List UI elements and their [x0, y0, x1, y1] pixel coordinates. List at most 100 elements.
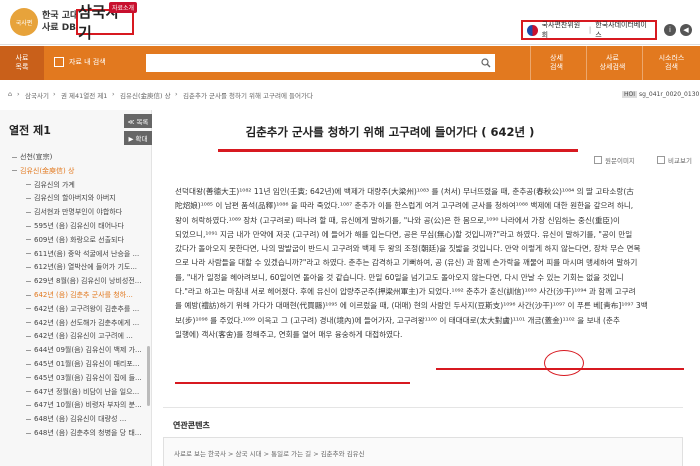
highlight-underline [175, 382, 410, 384]
bullet-icon [26, 197, 31, 199]
title-underline [218, 149, 578, 152]
compare-view-button[interactable]: 비교보기 [657, 155, 692, 165]
sidebar-item[interactable]: 629년 8월(음) 김유신이 낭비성전... [26, 276, 146, 286]
bullet-icon [26, 308, 31, 310]
article-line: 왕이 허락하였다.¹⁰⁸⁹ 장차 (고구려로) 떠나려 할 때, 유신에게 말하… [175, 215, 621, 225]
source-list-menu-button[interactable]: 사료 목록 [0, 46, 44, 80]
sidebar-item[interactable]: 648년 (음) 김춘추의 청병을 당 태... [26, 428, 146, 438]
sidebar-item[interactable]: 김유신(金庾信) 상 [12, 166, 146, 176]
breadcrumb-sep: › [53, 90, 56, 98]
sidebar-item-label: 648년 (음) 김춘추의 청병을 당 태... [34, 429, 142, 437]
info-icon[interactable]: i [664, 24, 676, 36]
sidebar-item[interactable]: 612년(음) 열박산에 들어가 기도... [26, 262, 146, 272]
tool-label: 비교보기 [668, 157, 692, 165]
hoi-code-value: sg_041r_0020_0130 [638, 91, 700, 98]
article-line: 를 예방(禮訪)하기 위해 가다가 대매현(代買縣)¹⁰⁹⁵ 에 이르렀을 때,… [175, 301, 648, 311]
top-header: 국사편 한국 고대 사료 DB 삼국사기 자료소개 국사편찬위원회 | 한국사데… [0, 0, 700, 45]
sidebar-item-label: 선천(宣宗) [20, 153, 53, 161]
sidebar-item-label: 595년 (음) 김유신이 태어나다 [34, 222, 124, 230]
article-body: 선덕대왕(善德大王)¹⁰⁸² 11년 임인(壬寅; 642년)에 백제가 대량주… [175, 185, 683, 342]
sidebar: 열전 제1 ≪ 목록 ▶ 확대 선천(宣宗) 김유신(金庾信) 상 김유신의 가계 김… [0, 110, 152, 466]
breadcrumb-item[interactable]: 김춘추가 군사를 청하기 위해 고구려에 들어가다 [183, 90, 313, 100]
sidebar-item[interactable]: 642년 (음) 김춘추 군사를 청하... [26, 290, 146, 300]
sidebar-item[interactable]: 642년 (음) 고구려왕이 김춘추를 ... [26, 304, 146, 314]
sidebar-item[interactable]: 595년 (음) 김유신이 태어나다 [26, 221, 146, 231]
article-line: 陀炤娘)¹⁰⁸⁵ 이 남편 품석(品釋)¹⁰⁸⁶ 을 따라 죽었다.¹⁰⁸⁷ 춘… [175, 201, 634, 211]
sidebar-item[interactable]: 648년 (음) 김유신이 대량성 ... [26, 414, 146, 424]
sidebar-item[interactable]: 609년 (음) 화랑으로 선출되다 [26, 235, 146, 245]
sidebar-item-label: 645년 03월(음) 김유신이 집에 들... [34, 373, 142, 382]
sidebar-item[interactable]: 선천(宣宗) [12, 152, 146, 162]
sidebar-item[interactable]: 644년 09월(음) 김유신이 백제 가... [26, 345, 146, 355]
search-icon [481, 58, 491, 68]
article-line: 를, "내가 일정을 헤아려보니, 60일이면 돌아올 것 같습니다. 만일 6… [175, 272, 624, 282]
sidebar-item-label: 648년 (음) 김유신이 대량성 ... [34, 415, 127, 424]
article-line: 되었으니,¹⁰⁹¹ 지금 내가 만약에 저곳 (고구려) 에 들어가 해를 입는… [175, 229, 633, 239]
sidebar-item[interactable]: 611년(음) 중악 석굴에서 난승을 ... [26, 249, 146, 259]
sidebar-item-label: 642년 (음) 고구려왕이 김춘추를 ... [34, 304, 140, 313]
sidebar-item[interactable]: 642년 (음) 선도해가 김춘추에게 ... [26, 318, 146, 328]
original-image-button[interactable]: 원문이미지 [594, 155, 635, 165]
sidebar-item-label: 김서현과 만명부인이 야합하다 [34, 208, 123, 217]
highlight-circle [544, 350, 584, 376]
sidebar-item-label: 647년 10월(음) 비령자 부자의 분... [34, 401, 142, 410]
thesaurus-search-button[interactable]: 시소러스 검색 [642, 46, 700, 80]
sidebar-item-label: 612년(음) 열박산에 들어가 기도... [34, 263, 138, 272]
bullet-icon [26, 294, 31, 296]
sidebar-item-label: 김유신(金庾信) 상 [20, 166, 75, 175]
sidebar-list-button[interactable]: ≪ 목록 [124, 114, 152, 128]
breadcrumb: ⌂ › 삼국사기 › 권 제41열전 제1 › 김유신(金庾信) 상 › 김춘추… [0, 90, 700, 102]
sidebar-item-label: 642년 (음) 김춘추 군사를 청하... [34, 291, 133, 299]
bullet-icon [26, 225, 31, 227]
agency-divider: | [588, 26, 592, 34]
sidebar-item[interactable]: 647년 10월(음) 비령자 부자의 분... [26, 400, 146, 410]
in-source-search-checkbox[interactable] [54, 57, 64, 67]
sidebar-item[interactable]: 645년 01월(음) 김유신이 매리포... [26, 359, 146, 369]
sidebar-item-label: 647년 정월(음) 비담이 난을 일으... [34, 387, 140, 396]
bullet-icon [26, 363, 31, 365]
breadcrumb-item[interactable]: 권 제41열전 제1 [61, 90, 107, 100]
site-logo-icon[interactable]: 국사편 [10, 8, 38, 36]
site-logo-text[interactable]: 한국 고대 사료 DB [42, 10, 78, 34]
breadcrumb-sep: › [175, 90, 178, 98]
logo-mark-text: 국사편 [15, 19, 33, 27]
related-link[interactable]: 사료로 보는 한국사 > 삼국 시대 > 통일로 가는 길 > 김춘추와 김유신 [174, 448, 365, 458]
sidebar-item[interactable]: 647년 정월(음) 비담이 난을 일으... [26, 387, 146, 397]
advanced-search-button[interactable]: 상세 검색 [530, 46, 582, 80]
sidebar-item-label: 김유신의 할아버지와 아버지 [34, 194, 116, 203]
bullet-icon [26, 391, 31, 393]
bullet-icon [26, 184, 31, 186]
bullet-icon [26, 404, 31, 406]
sidebar-item[interactable]: 642년 (음) 김유신이 고구려에 ... [26, 331, 146, 341]
logo-text-line2: 사료 DB [42, 23, 77, 33]
breadcrumb-item[interactable]: 삼국사기 [25, 90, 49, 100]
sidebar-scrollbar[interactable] [147, 346, 150, 406]
sidebar-expand-button[interactable]: ▶ 확대 [124, 131, 152, 145]
home-icon[interactable]: ⌂ [8, 90, 12, 98]
tool-label: 원문이미지 [605, 157, 635, 165]
taegeuk-icon [527, 24, 538, 36]
bullet-icon [26, 280, 31, 282]
sidebar-item-label: 611년(음) 중악 석굴에서 난승을 ... [34, 249, 140, 258]
nav-right-label: 검색 [550, 63, 563, 71]
bullet-icon [12, 170, 17, 172]
hoi-code: HOI sg_041r_0020_0130 [622, 91, 699, 98]
brand-badge[interactable]: 자료소개 [109, 2, 138, 13]
sidebar-item[interactable]: 김유신의 가계 [26, 180, 146, 190]
search-button[interactable] [477, 54, 495, 72]
sidebar-item[interactable]: 김유신의 할아버지와 아버지 [26, 193, 146, 203]
speaker-icon[interactable]: ◀ [680, 24, 692, 36]
article-line: 갔다가 돌아오지 못한다면, 나의 말발굽이 반드시 고구려와 백제 두 왕의 … [175, 244, 641, 254]
breadcrumb-item[interactable]: 김유신(金庾信) 상 [120, 90, 171, 100]
sidebar-item[interactable]: 김서현과 만명부인이 야합하다 [26, 207, 146, 217]
nav-right-label: 상세 [550, 54, 563, 62]
bullet-icon [26, 432, 31, 434]
search-input[interactable] [146, 54, 477, 72]
in-source-search-label: 자료 내 검색 [69, 58, 106, 66]
sidebar-item[interactable]: 645년 03월(음) 김유신이 집에 들... [26, 373, 146, 383]
agency-link[interactable]: 국사편찬위원회 | 한국사데이터베이스 [521, 20, 657, 40]
source-detail-search-button[interactable]: 사료 상세검색 [586, 46, 638, 80]
bullet-icon [26, 322, 31, 324]
sidebar-item-label: 642년 (음) 김유신이 고구려에 ... [34, 332, 133, 341]
related-box: 사료로 보는 한국사 > 삼국 시대 > 통일로 가는 길 > 김춘추와 김유신 [163, 437, 683, 466]
